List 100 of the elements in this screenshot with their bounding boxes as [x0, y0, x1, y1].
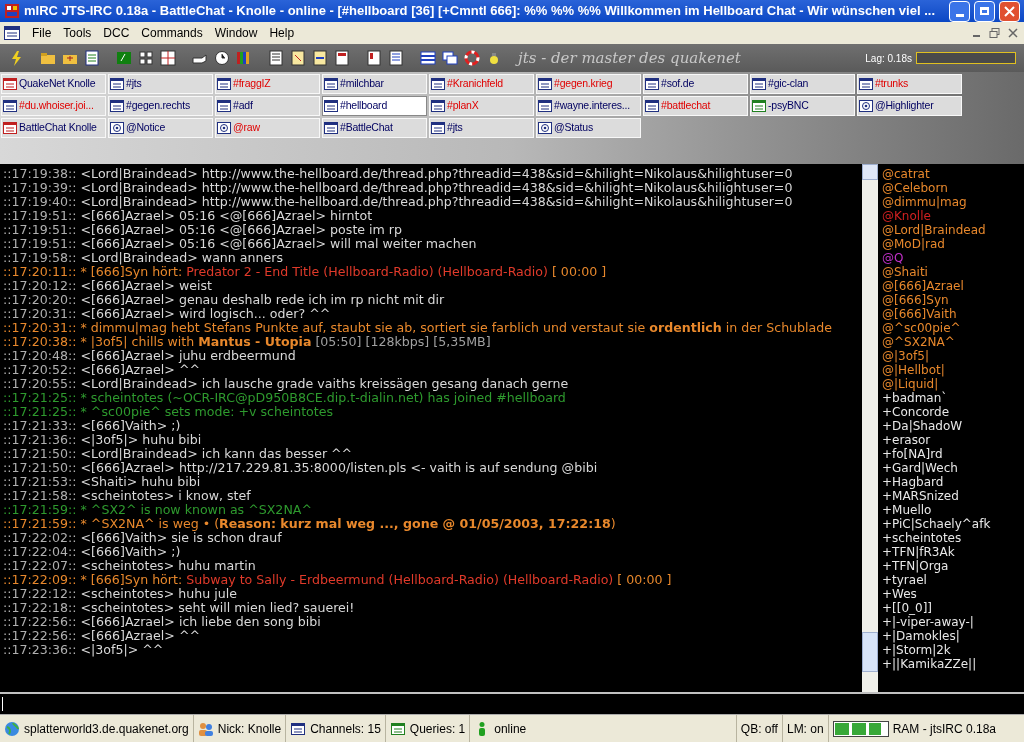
- channel-window-icon: [324, 122, 338, 134]
- nicklist-item[interactable]: @[666]Azrael: [882, 279, 1024, 293]
- switchbar-button[interactable]: #adf: [215, 96, 320, 116]
- timestamp: ::17:19:51::: [3, 209, 77, 223]
- nicklist-item[interactable]: +Concorde: [882, 405, 1024, 419]
- nicklist-item[interactable]: @^SX2NA^: [882, 335, 1024, 349]
- switchbar-button[interactable]: -psyBNC: [750, 96, 855, 116]
- switchbar-button[interactable]: @Highlighter: [857, 96, 962, 116]
- nicklist-item[interactable]: @Knolle: [882, 209, 1024, 223]
- timestamp: ::17:22:02::: [3, 531, 77, 545]
- switchbar-button[interactable]: #BattleChat: [322, 118, 427, 138]
- grid-icon[interactable]: [160, 50, 176, 66]
- window-icon[interactable]: [420, 50, 436, 66]
- nicklist-item[interactable]: @|Hellbot|: [882, 363, 1024, 377]
- switchbar-button[interactable]: #wayne.interes...: [536, 96, 641, 116]
- nicklist-item[interactable]: +erasor: [882, 433, 1024, 447]
- switchbar-button[interactable]: @raw: [215, 118, 320, 138]
- switchbar-button[interactable]: #battlechat: [643, 96, 748, 116]
- mdi-close-icon[interactable]: [1006, 27, 1020, 39]
- switchbar-button[interactable]: #gegen.rechts: [108, 96, 213, 116]
- switchbar-button[interactable]: #milchbar: [322, 74, 427, 94]
- close-icon: [1004, 5, 1015, 17]
- switchbar-button[interactable]: QuakeNet Knolle: [1, 74, 106, 94]
- switchbar-button[interactable]: #hellboard: [322, 96, 427, 116]
- menu-window-icon[interactable]: [4, 26, 20, 40]
- minimize-button[interactable]: [949, 0, 970, 22]
- input-field[interactable]: [0, 692, 1024, 714]
- nicklist-item[interactable]: @|Liquid|: [882, 377, 1024, 391]
- document-icon[interactable]: [334, 50, 350, 66]
- menu-item[interactable]: File: [32, 24, 52, 42]
- switchbar-button[interactable]: #fraggIZ: [215, 74, 320, 94]
- nicklist-item[interactable]: +Hagbard: [882, 475, 1024, 489]
- nicklist-item[interactable]: +|-viper-away-|: [882, 615, 1024, 629]
- restore-button[interactable]: [974, 0, 995, 22]
- document-icon[interactable]: [312, 50, 328, 66]
- notepad-icon[interactable]: [388, 50, 404, 66]
- nicklist-item[interactable]: +tyrael: [882, 573, 1024, 587]
- nicklist-item[interactable]: +|Damokles|: [882, 629, 1024, 643]
- switchbar-button[interactable]: #jts: [429, 118, 534, 138]
- nicklist-item[interactable]: +PiC|Schaely^afk: [882, 517, 1024, 531]
- menu-item[interactable]: Help: [269, 24, 295, 42]
- switchbar-button[interactable]: @Notice: [108, 118, 213, 138]
- nicklist-item[interactable]: +[[0_0]]: [882, 601, 1024, 615]
- switchbar-button[interactable]: #trunks: [857, 74, 962, 94]
- folder-icon[interactable]: [40, 50, 56, 66]
- nicklist-item[interactable]: +badman`: [882, 391, 1024, 405]
- terminal-icon[interactable]: [116, 50, 132, 66]
- menu-item[interactable]: Tools: [63, 24, 92, 42]
- list-icon[interactable]: [84, 50, 100, 66]
- event-text: [ 00:00 ]: [551, 265, 607, 279]
- switchbar-button[interactable]: #du.whoiser.joi...: [1, 96, 106, 116]
- clock-icon[interactable]: [214, 50, 230, 66]
- nicklist-item[interactable]: @^sc00pie^: [882, 321, 1024, 335]
- close-button[interactable]: [999, 0, 1020, 22]
- mdi-restore-icon[interactable]: [988, 27, 1002, 39]
- nicklist-item[interactable]: @[666]Syn: [882, 293, 1024, 307]
- nicklist-item[interactable]: @Shaiti: [882, 265, 1024, 279]
- nicklist-item[interactable]: +Da|ShadoW: [882, 419, 1024, 433]
- switchbar-button[interactable]: #gegen.krieg: [536, 74, 641, 94]
- scrollbar[interactable]: [862, 164, 878, 692]
- nicklist-item[interactable]: @MoD|rad: [882, 237, 1024, 251]
- message-text: ;): [171, 545, 181, 559]
- switchbar-button[interactable]: @Status: [536, 118, 641, 138]
- nicklist-item[interactable]: +MARSnized: [882, 489, 1024, 503]
- switchbar-button[interactable]: #jts: [108, 74, 213, 94]
- nicklist-item[interactable]: @catrat: [882, 167, 1024, 181]
- timestamp: ::17:21:50::: [3, 447, 77, 461]
- switchbar-button[interactable]: #planX: [429, 96, 534, 116]
- lifebuoy-icon[interactable]: [464, 50, 480, 66]
- document-icon[interactable]: [268, 50, 284, 66]
- nicklist-item[interactable]: +fo[NA]rd: [882, 447, 1024, 461]
- menu-item[interactable]: Window: [214, 24, 258, 42]
- nicklist-item[interactable]: +Gard|Wech: [882, 461, 1024, 475]
- books-icon[interactable]: [236, 50, 252, 66]
- nicklist-item[interactable]: @[666]Vaith: [882, 307, 1024, 321]
- nicklist-item[interactable]: +||KamikaZZe||: [882, 657, 1024, 671]
- menu-item[interactable]: DCC: [103, 24, 130, 42]
- nicklist-item[interactable]: +Muello: [882, 503, 1024, 517]
- switchbar-button[interactable]: #Kranichfeld: [429, 74, 534, 94]
- nick-label: <[666]Vaith>: [80, 531, 168, 545]
- nicklist-item[interactable]: +|Storm|2k: [882, 643, 1024, 657]
- nicklist-item[interactable]: @|3of5|: [882, 349, 1024, 363]
- channel-window-icon: [290, 720, 307, 737]
- windows-icon[interactable]: [442, 50, 458, 66]
- document-icon[interactable]: [290, 50, 306, 66]
- nicklist-item[interactable]: @Celeborn: [882, 181, 1024, 195]
- windows-icon[interactable]: [138, 50, 154, 66]
- nicklist-item[interactable]: +scheintotes: [882, 531, 1024, 545]
- nicklist-item[interactable]: @Q: [882, 251, 1024, 265]
- nicklist-item[interactable]: +Wes: [882, 587, 1024, 601]
- menu-item[interactable]: Commands: [141, 24, 203, 42]
- nicklist-item[interactable]: @dimmu|mag: [882, 195, 1024, 209]
- notepad-icon[interactable]: [366, 50, 382, 66]
- switchbar-button[interactable]: #sof.de: [643, 74, 748, 94]
- nicklist-item[interactable]: +TFN|fR3Ak: [882, 545, 1024, 559]
- nick-label: <[666]Azrael>: [80, 237, 175, 251]
- nicklist-item[interactable]: +TFN|Orga: [882, 559, 1024, 573]
- switchbar-button[interactable]: BattleChat Knolle: [1, 118, 106, 138]
- nicklist-item[interactable]: @Lord|Braindead: [882, 223, 1024, 237]
- switchbar-button[interactable]: #gic-clan: [750, 74, 855, 94]
